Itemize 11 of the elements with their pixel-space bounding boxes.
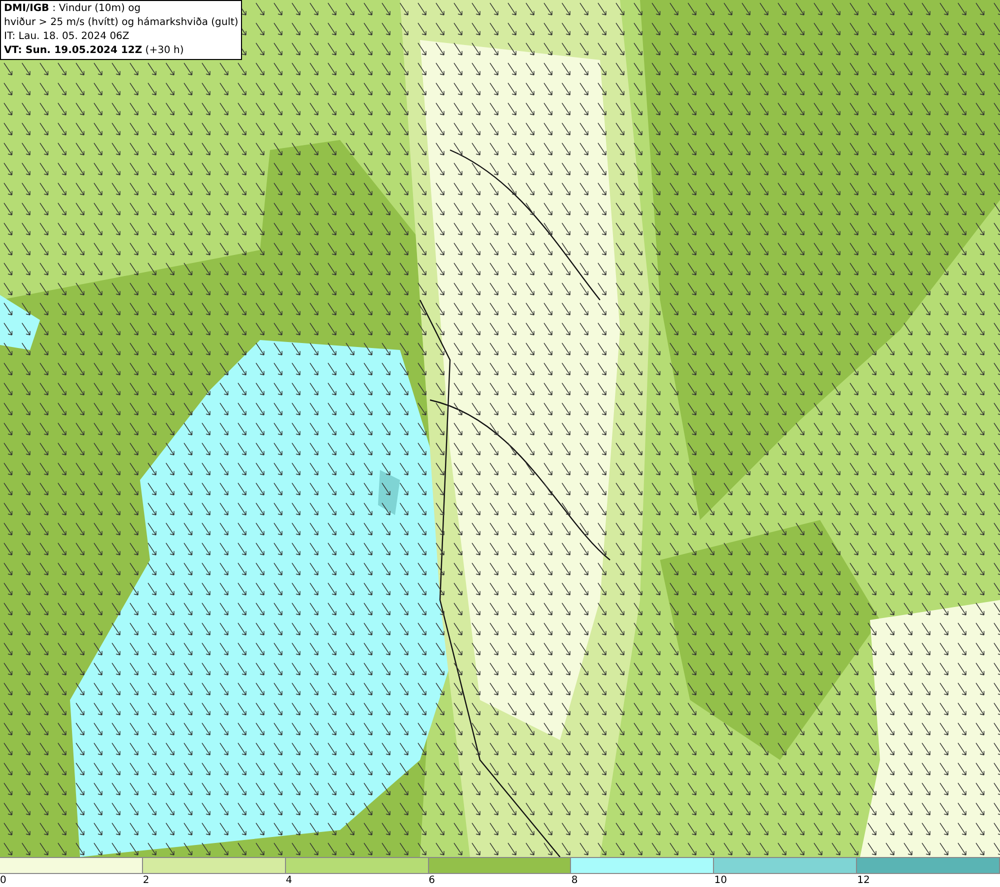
legend-text: IT: Lau. 18. 05. 2024 06Z bbox=[4, 30, 130, 44]
scale-label: 12 bbox=[857, 874, 870, 887]
legend-text: hviður > 25 m/s (hvítt) og hámarkshviða (gult) bbox=[4, 16, 238, 30]
legend-text: DMI/IGB : Vindur (10m) og bbox=[4, 2, 142, 16]
scale-label: 8 bbox=[571, 874, 578, 887]
scale-label: 4 bbox=[286, 874, 292, 887]
scale-label: 6 bbox=[428, 874, 435, 887]
scale-label: 10 bbox=[714, 874, 728, 887]
scale-label: 0 bbox=[0, 874, 6, 887]
scale-label: 2 bbox=[142, 874, 150, 887]
legend-text: VT: Sun. 19.05.2024 12Z (+30 h) bbox=[4, 44, 185, 58]
